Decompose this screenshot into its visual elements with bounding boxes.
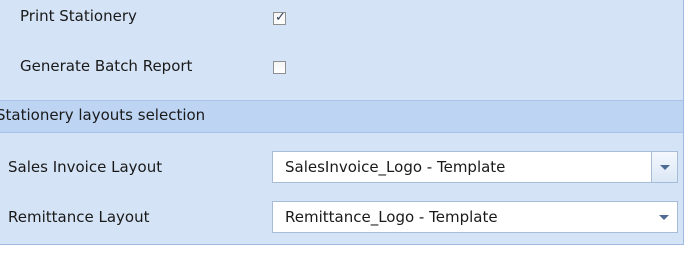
remittance-layout-dropdown[interactable]: Remittance_Logo - Template — [272, 201, 678, 233]
sales-invoice-layout-label: Sales Invoice Layout — [8, 158, 163, 176]
chevron-down-icon — [660, 165, 670, 170]
section-header: Stationery layouts selection — [0, 100, 683, 133]
print-stationery-checkbox[interactable]: ✓ — [273, 10, 286, 25]
sales-invoice-layout-dropdown[interactable]: SalesInvoice_Logo - Template — [272, 151, 678, 183]
section-title: Stationery layouts selection — [0, 106, 206, 124]
sales-invoice-layout-value: SalesInvoice_Logo - Template — [285, 158, 506, 176]
print-stationery-label: Print Stationery — [20, 7, 137, 25]
options-panel: Print Stationery ✓ Generate Batch Report… — [0, 0, 684, 245]
remittance-layout-value: Remittance_Logo - Template — [285, 208, 498, 226]
generate-batch-report-checkbox[interactable] — [273, 61, 286, 74]
remittance-layout-label: Remittance Layout — [8, 208, 150, 226]
sales-invoice-dropdown-button[interactable] — [651, 152, 677, 182]
remittance-dropdown-button[interactable] — [651, 202, 677, 232]
checkmark-icon: ✓ — [275, 10, 286, 25]
generate-batch-report-label: Generate Batch Report — [20, 57, 193, 75]
chevron-down-icon — [659, 215, 669, 220]
